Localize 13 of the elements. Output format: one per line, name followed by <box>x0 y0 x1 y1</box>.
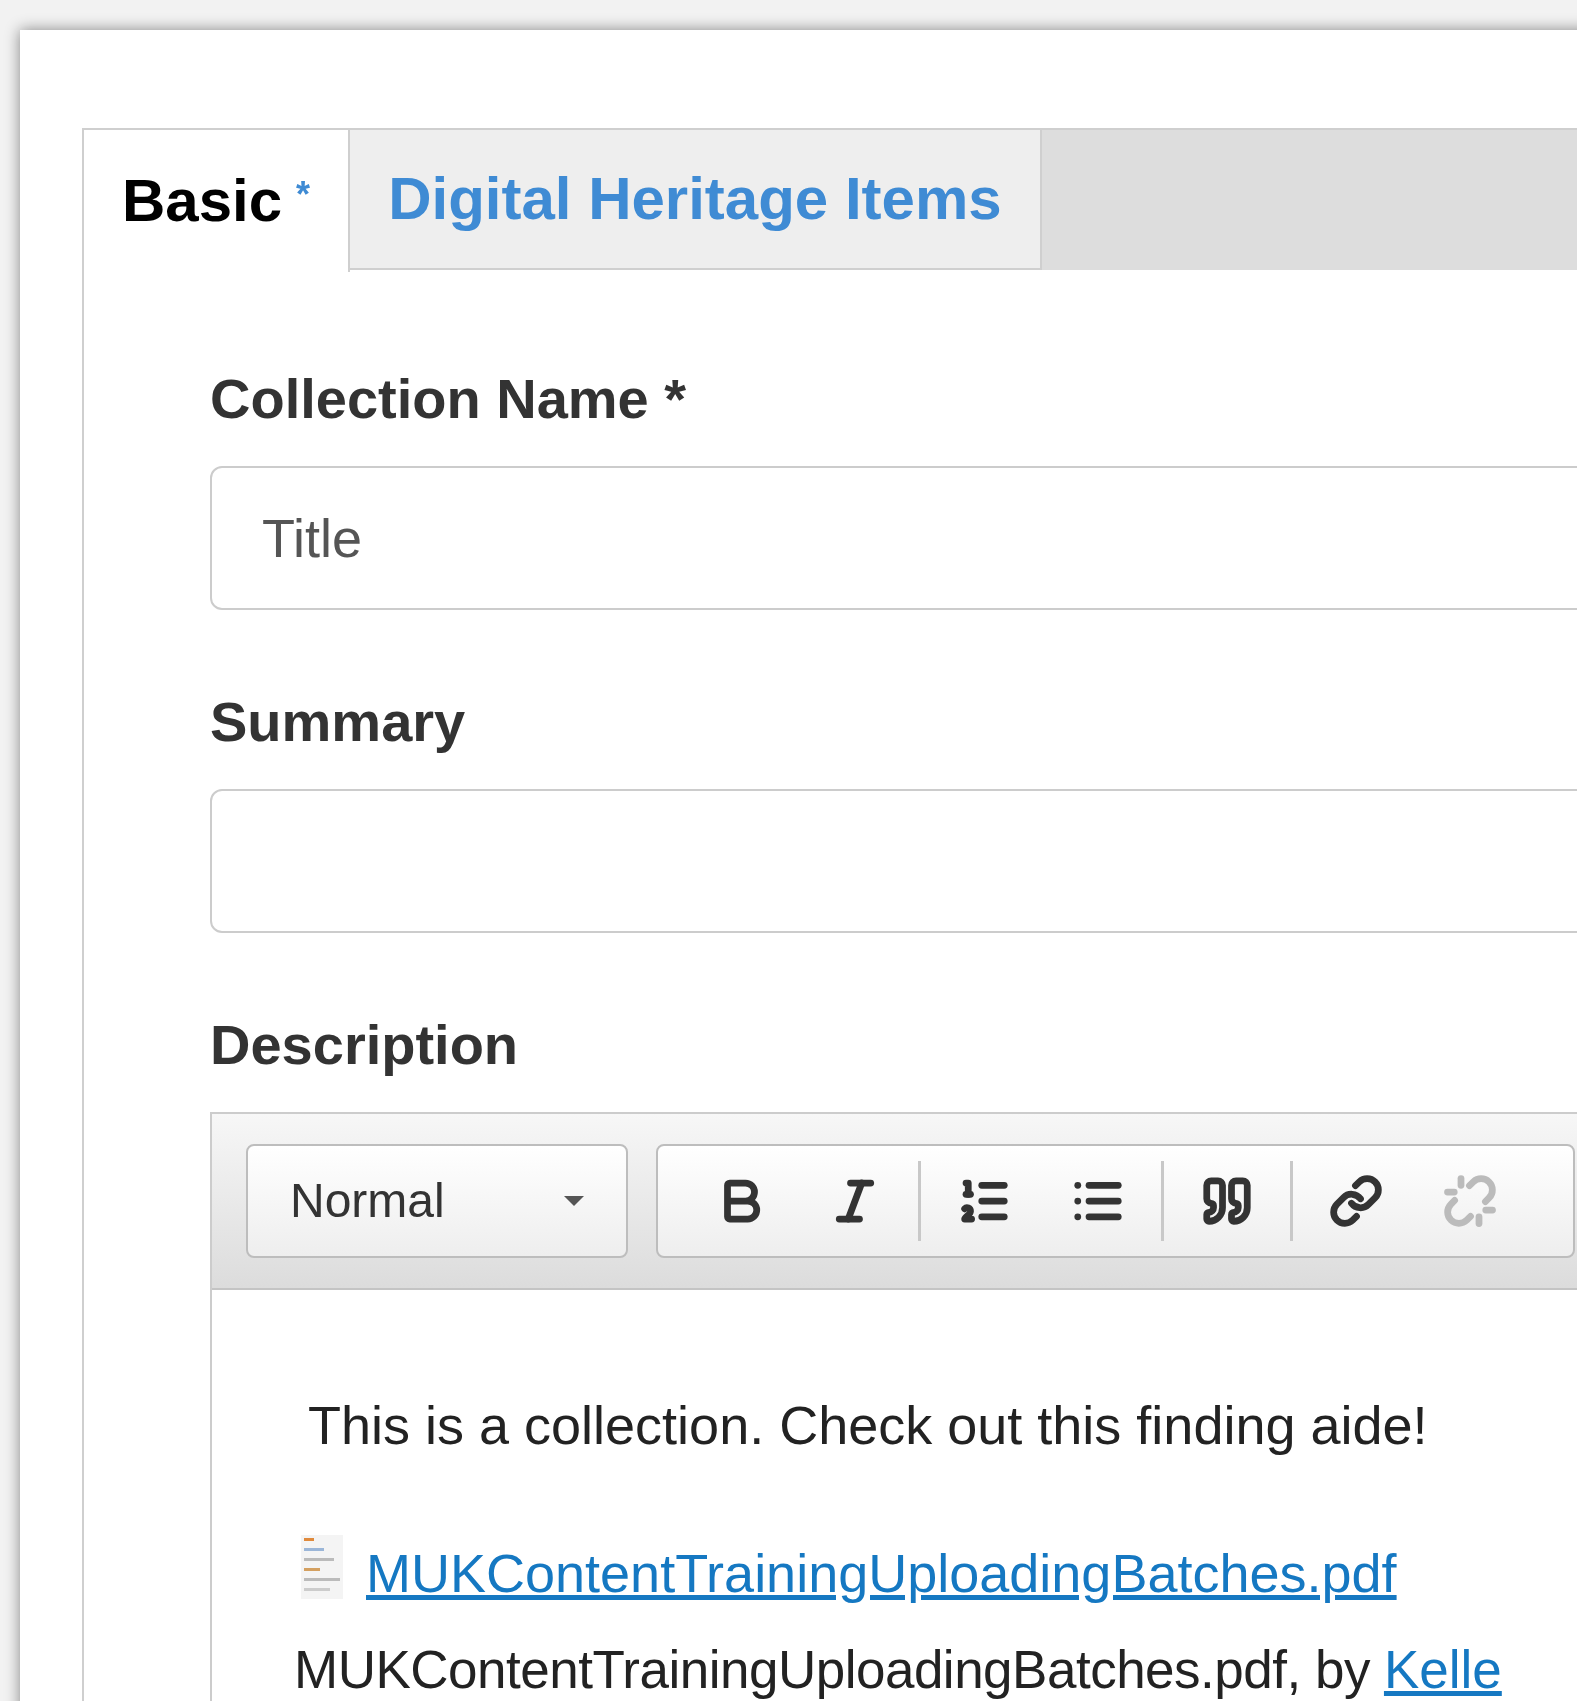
unlink-icon <box>1443 1174 1497 1228</box>
format-dropdown[interactable]: Normal <box>246 1144 628 1258</box>
required-mark: * <box>296 173 311 217</box>
link-icon <box>1329 1174 1383 1228</box>
field-label: Collection Name * <box>210 371 688 427</box>
caret-icon <box>564 1196 584 1206</box>
quote-icon <box>1200 1174 1254 1228</box>
input-field[interactable] <box>210 789 1577 933</box>
input-field[interactable]: Title <box>210 466 1577 610</box>
tab[interactable]: Basic * <box>84 130 351 272</box>
rich-text-editor[interactable]: Normal This is a collection. Check out this finding aide! MUKContentTrainingUploadingBatches.pdf MUKContentTrainingUploadingBatches.pdf, by Kelle <box>210 1112 1577 1701</box>
document-thumbnail-icon <box>300 1534 344 1600</box>
author-link[interactable]: Kelle <box>1383 1643 1502 1696</box>
